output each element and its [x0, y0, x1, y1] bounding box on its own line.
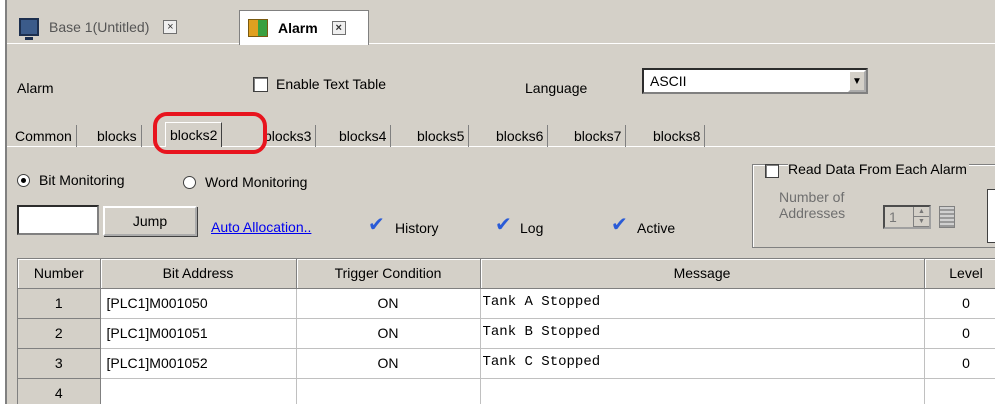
- header-message[interactable]: Message: [480, 259, 925, 289]
- language-label: Language: [525, 80, 588, 96]
- message-cell[interactable]: Tank A Stopped: [480, 288, 925, 319]
- bit-address-cell[interactable]: [100, 378, 297, 404]
- row-number: 1: [18, 288, 101, 319]
- trigger-cell[interactable]: ON: [296, 288, 481, 319]
- tab-blocks3[interactable]: blocks3: [260, 125, 317, 147]
- row-number: 2: [18, 318, 101, 349]
- tab-alarm[interactable]: Alarm ×: [239, 10, 369, 45]
- bit-monitoring-label: Bit Monitoring: [39, 172, 125, 188]
- number-of-addresses-value: 1: [889, 209, 897, 225]
- log-label: Log: [520, 220, 544, 236]
- bit-monitoring-radio[interactable]: [17, 174, 30, 187]
- enable-text-table-checkbox[interactable]: [253, 77, 268, 92]
- table-row[interactable]: 3 [PLC1]M001052 ON Tank C Stopped 0: [18, 348, 995, 379]
- jump-button[interactable]: Jump: [103, 206, 197, 236]
- read-data-label: Read Data From Each Alarm: [788, 161, 969, 177]
- history-label: History: [395, 220, 439, 236]
- chevron-down-icon[interactable]: ▼: [848, 70, 866, 92]
- number-of-addresses-stepper: 1 ▲ ▼: [883, 205, 931, 229]
- monitor-icon: [19, 18, 39, 40]
- grid-icon: [939, 206, 955, 228]
- table-row[interactable]: 2 [PLC1]M001051 ON Tank B Stopped 0: [18, 318, 995, 349]
- log-check-icon[interactable]: ✔: [495, 215, 512, 235]
- alarm-table: Number Bit Address Trigger Condition Mes…: [17, 258, 995, 404]
- header-bit-address[interactable]: Bit Address: [100, 259, 297, 289]
- row-number: 4: [18, 378, 101, 404]
- alarm-label: Alarm: [17, 80, 54, 96]
- tab-alarm-label: Alarm: [278, 20, 318, 36]
- message-cell[interactable]: Tank B Stopped: [480, 318, 925, 349]
- close-icon[interactable]: ×: [163, 20, 178, 34]
- jump-input[interactable]: [17, 205, 99, 235]
- word-monitoring-radio[interactable]: [183, 176, 196, 189]
- alarm-settings-row: Alarm Enable Text Table Language ASCII ▼: [7, 46, 995, 112]
- message-cell[interactable]: [480, 378, 925, 404]
- close-icon[interactable]: ×: [331, 21, 346, 35]
- block-tab-strip: Common blocks blocks2 blocks3 blocks4 bl…: [7, 121, 995, 147]
- level-cell[interactable]: [924, 378, 995, 404]
- tab-base-1[interactable]: Base 1(Untitled) ×: [11, 10, 239, 44]
- alarm-editor-window: Base 1(Untitled) × Alarm × Alarm Enable …: [5, 0, 995, 404]
- auto-allocation-link[interactable]: Auto Allocation..: [211, 219, 311, 235]
- tab-blocks7[interactable]: blocks7: [570, 125, 627, 147]
- trigger-cell[interactable]: ON: [296, 348, 481, 379]
- bit-address-cell[interactable]: [PLC1]M001051: [100, 318, 297, 349]
- enable-text-table-label: Enable Text Table: [276, 76, 387, 92]
- message-cell[interactable]: Tank C Stopped: [480, 348, 925, 379]
- history-check-icon[interactable]: ✔: [368, 215, 385, 235]
- header-trigger-condition[interactable]: Trigger Condition: [296, 259, 481, 289]
- bit-address-cell[interactable]: [PLC1]M001050: [100, 288, 297, 319]
- alarm-icon: [248, 19, 268, 37]
- number-of-addresses-label-2: Addresses: [779, 205, 846, 221]
- table-row[interactable]: 1 [PLC1]M001050 ON Tank A Stopped 0: [18, 288, 995, 319]
- trigger-cell[interactable]: ON: [296, 318, 481, 349]
- header-level[interactable]: Level: [924, 259, 995, 289]
- header-number[interactable]: Number: [18, 259, 101, 289]
- tab-blocks6[interactable]: blocks6: [492, 125, 549, 147]
- bit-address-cell[interactable]: [PLC1]M001052: [100, 348, 297, 379]
- tab-base-1-label: Base 1(Untitled): [49, 19, 150, 35]
- document-tab-strip: Base 1(Untitled) × Alarm ×: [7, 8, 995, 45]
- active-label: Active: [637, 220, 676, 236]
- word-monitoring-label: Word Monitoring: [205, 174, 308, 190]
- language-value: ASCII: [650, 73, 687, 89]
- language-select[interactable]: ASCII ▼: [642, 68, 868, 94]
- address-input[interactable]: [987, 189, 995, 243]
- level-cell[interactable]: 0: [924, 318, 995, 349]
- number-of-addresses-label-1: Number of: [779, 189, 845, 205]
- tab-blocks[interactable]: blocks: [93, 125, 142, 147]
- row-number: 3: [18, 348, 101, 379]
- stepper-buttons: ▲ ▼: [913, 207, 929, 227]
- table-header-row: Number Bit Address Trigger Condition Mes…: [18, 259, 995, 289]
- table-row[interactable]: 4: [18, 378, 995, 404]
- tab-blocks4[interactable]: blocks4: [335, 125, 392, 147]
- tab-common[interactable]: Common: [11, 125, 77, 147]
- tab-blocks5[interactable]: blocks5: [413, 125, 470, 147]
- level-cell[interactable]: 0: [924, 288, 995, 319]
- tab-blocks8[interactable]: blocks8: [649, 125, 706, 147]
- stepper-up-icon: ▲: [914, 207, 929, 217]
- tab-blocks2[interactable]: blocks2: [165, 122, 223, 147]
- stepper-down-icon: ▼: [914, 217, 929, 227]
- level-cell[interactable]: 0: [924, 348, 995, 379]
- read-data-checkbox[interactable]: [765, 164, 779, 178]
- active-check-icon[interactable]: ✔: [611, 215, 628, 235]
- trigger-cell[interactable]: [296, 378, 481, 404]
